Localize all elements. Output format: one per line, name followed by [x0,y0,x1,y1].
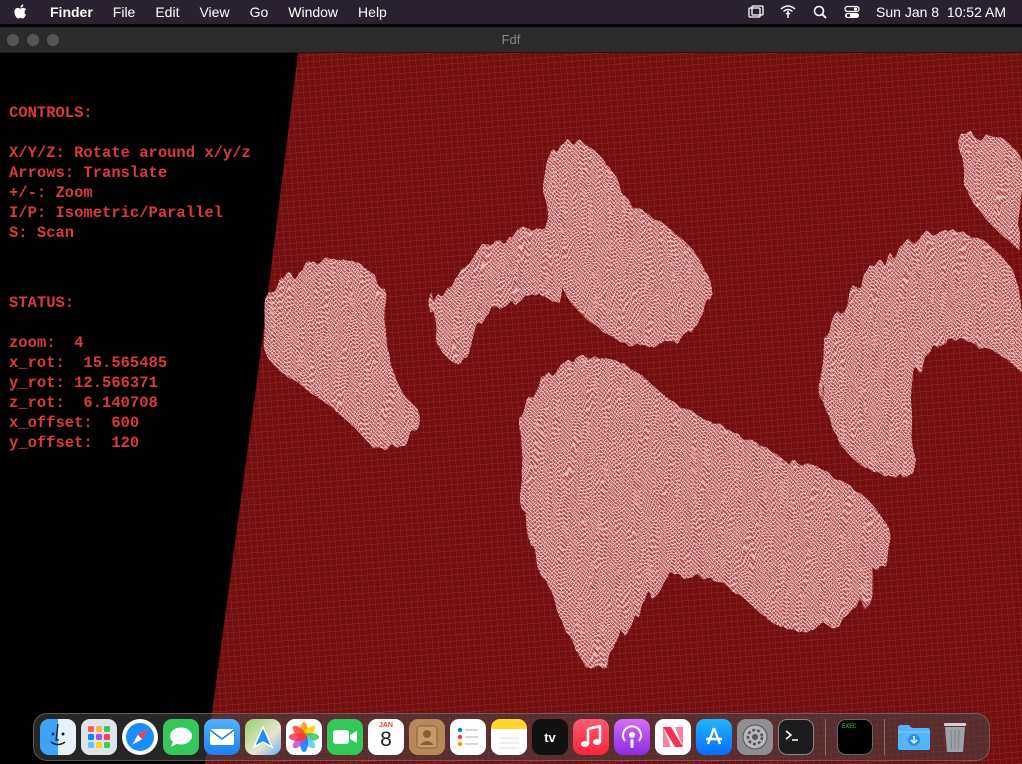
menu-edit[interactable]: Edit [145,4,189,20]
menu-view[interactable]: View [189,4,239,20]
maps-icon[interactable] [245,719,281,755]
status-z-rot: z_rot: 6.140708 [9,394,158,412]
control-projection: I/P: Isometric/Parallel [9,204,223,222]
exec-window-icon[interactable]: EXEC [837,719,873,755]
safari-icon[interactable] [122,719,158,755]
menu-app-name[interactable]: Finder [40,4,103,20]
contacts-icon[interactable] [409,719,445,755]
calendar-day: 8 [380,728,392,751]
apple-menu-icon[interactable] [0,4,40,20]
menu-file[interactable]: File [103,4,146,20]
system-preferences-icon[interactable] [737,719,773,755]
control-zoom: +/-: Zoom [9,184,93,202]
menu-bar: Finder File Edit View Go Window Help Sun… [0,0,1022,24]
dock-separator [884,719,885,755]
terminal-icon[interactable] [778,719,814,755]
controls-header: CONTROLS: [9,104,93,122]
reminders-icon[interactable] [450,719,486,755]
music-icon[interactable] [573,719,609,755]
status-y-offset: y_offset: 120 [9,434,140,452]
app-store-icon[interactable] [696,719,732,755]
screen-mirroring-icon[interactable] [748,5,764,19]
exec-label: EXEC [842,723,857,730]
status-zoom: zoom: 4 [9,334,84,352]
menu-window[interactable]: Window [278,4,348,20]
downloads-folder-icon[interactable] [896,719,932,755]
notes-icon[interactable] [491,719,527,755]
status-x-offset: x_offset: 600 [9,414,140,432]
launchpad-icon[interactable] [81,719,117,755]
status-y-rot: y_rot: 12.566371 [9,374,158,392]
menu-clock[interactable]: Sun Jan 8 10:52 AM [876,4,1006,20]
apple-tv-icon[interactable]: tv [532,719,568,755]
photos-icon[interactable] [286,719,322,755]
news-icon[interactable] [655,719,691,755]
control-translate: Arrows: Translate [9,164,168,182]
status-x-rot: x_rot: 15.565485 [9,354,168,372]
control-rotate: X/Y/Z: Rotate around x/y/z [9,144,251,162]
wifi-icon[interactable] [780,5,796,19]
facetime-icon[interactable] [327,719,363,755]
mail-icon[interactable] [204,719,240,755]
apple-tv-label: tv [544,729,556,745]
spotlight-search-icon[interactable] [812,5,828,19]
finder-icon[interactable] [40,719,76,755]
control-scan: S: Scan [9,224,75,242]
menu-go[interactable]: Go [240,4,279,20]
fdf-window: Fdf CONTROLS: X/Y/Z: Rotate around x/y/z… [0,27,1022,764]
menu-help[interactable]: Help [348,4,397,20]
control-center-icon[interactable] [844,5,860,19]
calendar-icon[interactable]: JAN 8 [368,719,404,755]
title-bar[interactable]: Fdf [0,27,1022,53]
dock: JAN 8 tv EXEC [33,713,990,761]
dock-separator [825,719,826,755]
status-header: STATUS: [9,294,75,312]
wireframe-canvas[interactable]: CONTROLS: X/Y/Z: Rotate around x/y/z Arr… [0,53,1022,764]
messages-icon[interactable] [163,719,199,755]
window-title: Fdf [501,32,521,47]
trash-icon[interactable] [937,719,973,755]
podcasts-icon[interactable] [614,719,650,755]
